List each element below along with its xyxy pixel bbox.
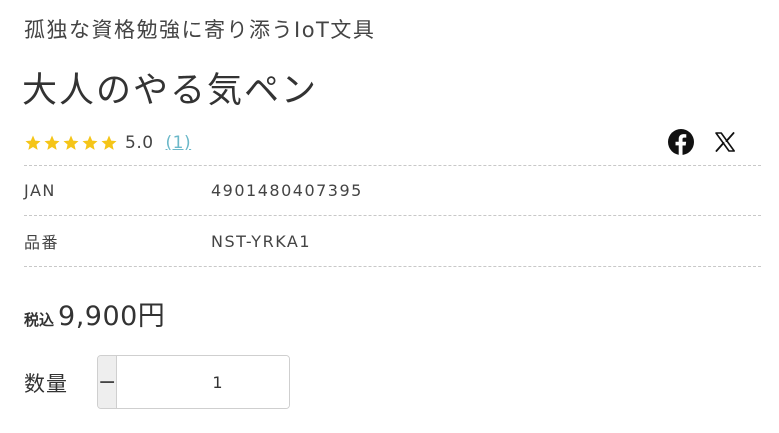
rating-row: 5.0 (1): [24, 130, 191, 156]
tax-label: 税込: [24, 311, 55, 329]
star-icon: [25, 135, 41, 150]
rating-value: 5.0: [125, 133, 154, 153]
decrease-quantity-button[interactable]: −: [98, 356, 118, 408]
facebook-share-button[interactable]: [667, 128, 695, 156]
star-icon: [101, 135, 117, 150]
x-share-button[interactable]: [711, 128, 739, 156]
star-icon: [82, 135, 98, 150]
price-amount: 9,900円: [58, 301, 166, 332]
quantity-stepper: − +: [97, 355, 290, 409]
star-icon: [44, 135, 60, 150]
quantity-label: 数量: [24, 372, 68, 396]
facebook-icon: [668, 129, 694, 155]
price: 税込 9,900円: [24, 294, 165, 333]
spec-value: 4901480407395: [211, 181, 363, 200]
product-title: 大人のやる気ペン: [22, 71, 319, 111]
quantity-input[interactable]: [117, 356, 289, 408]
rating-stars: [24, 134, 118, 152]
star-icon: [63, 135, 79, 150]
spec-row-jan: JAN 4901480407395: [24, 165, 761, 216]
product-subtitle: 孤独な資格勉強に寄り添うIoT文具: [24, 18, 376, 42]
spec-row-model: 品番 NST-YRKA1: [24, 216, 761, 267]
review-count-link[interactable]: (1): [166, 133, 192, 153]
spec-label: 品番: [24, 233, 60, 252]
spec-value: NST-YRKA1: [211, 231, 312, 251]
minus-icon: −: [98, 369, 117, 395]
spec-label: JAN: [24, 181, 56, 200]
x-icon: [715, 132, 735, 152]
